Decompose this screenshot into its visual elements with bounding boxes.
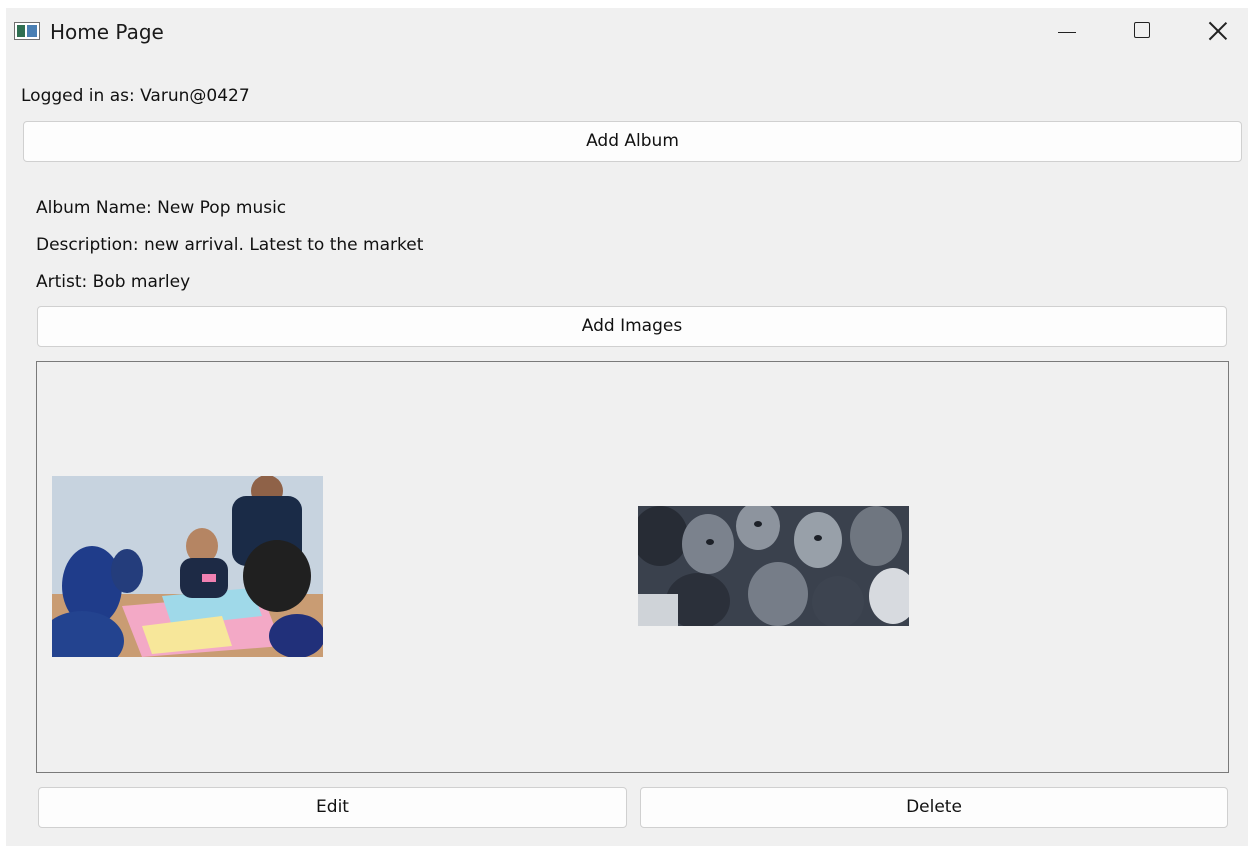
close-icon (1208, 21, 1228, 41)
close-button[interactable] (1182, 8, 1248, 56)
delete-button[interactable]: Delete (640, 787, 1228, 828)
album-artist-label: Artist: Bob marley (36, 272, 191, 292)
minimize-button[interactable] (1030, 8, 1100, 56)
album-image-2 (638, 506, 909, 626)
minimize-icon (1058, 32, 1076, 33)
add-images-button[interactable]: Add Images (37, 306, 1227, 347)
maximize-button[interactable] (1106, 8, 1176, 56)
edit-button[interactable]: Edit (38, 787, 627, 828)
app-window-icon (14, 22, 40, 40)
album-image-1 (52, 476, 323, 657)
logged-in-label: Logged in as: Varun@0427 (21, 86, 250, 106)
album-images-panel (36, 361, 1229, 773)
maximize-icon (1134, 22, 1150, 38)
window-title: Home Page (50, 20, 164, 44)
title-bar[interactable]: Home Page (6, 8, 1248, 58)
home-page-window: Home Page Logged in as: Varun@0427 Add A… (6, 8, 1248, 846)
add-album-button[interactable]: Add Album (23, 121, 1242, 162)
album-description-label: Description: new arrival. Latest to the … (36, 235, 424, 255)
album-name-label: Album Name: New Pop music (36, 198, 287, 218)
